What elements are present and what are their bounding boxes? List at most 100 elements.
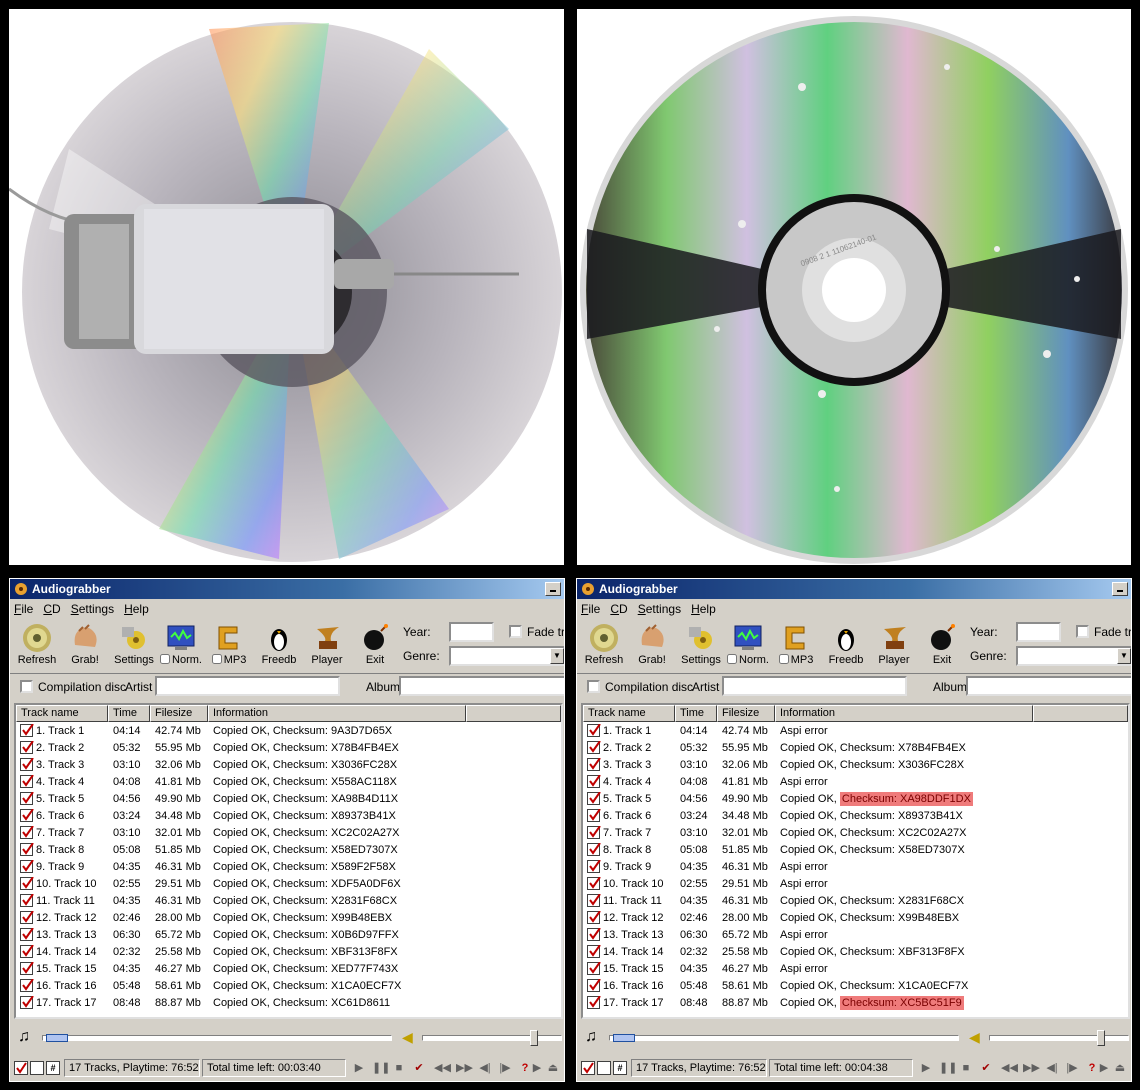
check-all-button[interactable] (581, 1061, 595, 1075)
next-track-icon[interactable]: |▶ (1065, 1060, 1079, 1076)
table-row[interactable]: 17. Track 17 08:48 88.87 Mb Copied OK, Chec… (583, 994, 1128, 1011)
track-checkbox[interactable] (20, 792, 34, 805)
artist-input[interactable] (722, 676, 907, 696)
player-button[interactable]: Player (304, 623, 350, 669)
fade-checkbox[interactable] (1076, 625, 1089, 638)
next-track-icon[interactable]: |▶ (498, 1060, 512, 1076)
album-input[interactable] (399, 676, 564, 696)
table-row[interactable]: 14. Track 14 02:32 25.58 Mb Copied OK, Chec… (16, 943, 561, 960)
col-track-name[interactable]: Track name (16, 705, 108, 722)
compilation-checkbox[interactable] (20, 680, 33, 693)
track-checkbox[interactable] (20, 979, 34, 992)
col-filesize[interactable]: Filesize (717, 705, 775, 722)
table-row[interactable]: 12. Track 12 02:46 28.00 Mb Copied OK, Chec… (16, 909, 561, 926)
compilation-checkbox[interactable] (587, 680, 600, 693)
album-input[interactable] (966, 676, 1131, 696)
table-row[interactable]: 16. Track 16 05:48 58.61 Mb Copied OK, Chec… (16, 977, 561, 994)
uncheck-all-button[interactable] (597, 1061, 611, 1075)
minimize-button[interactable] (545, 582, 561, 596)
chevron-down-icon[interactable]: ▼ (550, 648, 564, 664)
track-checkbox[interactable] (587, 826, 601, 839)
norm-button[interactable]: Norm. (158, 623, 204, 669)
player-button[interactable]: Player (871, 623, 917, 669)
freedb-button[interactable]: Freedb (256, 623, 302, 669)
track-checkbox[interactable] (587, 979, 601, 992)
pause-icon[interactable]: ❚❚ (372, 1060, 390, 1076)
position-thumb[interactable] (613, 1034, 635, 1042)
menu-cd[interactable]: CD (43, 602, 60, 616)
track-checkbox[interactable] (587, 860, 601, 873)
year-input[interactable] (449, 622, 494, 642)
table-row[interactable]: 8. Track 8 05:08 51.85 Mb Copied OK, Checks… (583, 841, 1128, 858)
col-track-name[interactable]: Track name (583, 705, 675, 722)
exit-button[interactable]: Exit (352, 623, 398, 669)
menu-settings[interactable]: Settings (638, 602, 681, 616)
genre-select[interactable] (1016, 646, 1131, 666)
mp3-checkbox[interactable] (211, 654, 222, 664)
stop-icon[interactable]: ■ (392, 1060, 406, 1076)
eject-icon[interactable]: ⏏ (1113, 1060, 1127, 1076)
menu-file[interactable]: File (14, 602, 33, 616)
refresh-button[interactable]: Refresh (14, 623, 60, 669)
track-checkbox[interactable] (587, 758, 601, 771)
col-information[interactable]: Information (208, 705, 466, 722)
chevron-down-icon[interactable]: ▼ (1117, 648, 1131, 664)
table-row[interactable]: 4. Track 4 04:08 41.81 Mb Aspi error (583, 773, 1128, 790)
track-checkbox[interactable] (20, 741, 34, 754)
previous-track-icon[interactable]: ◀| (1045, 1060, 1059, 1076)
track-checkbox[interactable] (20, 945, 34, 958)
track-checkbox[interactable] (587, 724, 601, 737)
volume-slider[interactable] (989, 1035, 1129, 1041)
position-thumb[interactable] (46, 1034, 68, 1042)
table-row[interactable]: 5. Track 5 04:56 49.90 Mb Copied OK, Checks… (16, 790, 561, 807)
table-row[interactable]: 9. Track 9 04:35 46.31 Mb Copied OK, Checks… (16, 858, 561, 875)
table-row[interactable]: 6. Track 6 03:24 34.48 Mb Copied OK, Checks… (583, 807, 1128, 824)
norm-checkbox[interactable] (727, 654, 738, 664)
exit-button[interactable]: Exit (919, 623, 965, 669)
table-row[interactable]: 10. Track 10 02:55 29.51 Mb Aspi error (583, 875, 1128, 892)
norm-button[interactable]: Norm. (725, 623, 771, 669)
stop-icon[interactable]: ■ (959, 1060, 973, 1076)
table-row[interactable]: 3. Track 3 03:10 32.06 Mb Copied OK, Checks… (16, 756, 561, 773)
play-icon[interactable]: ▶ (352, 1060, 366, 1076)
play-selected-icon[interactable]: ▶ (530, 1060, 544, 1076)
refresh-button[interactable]: Refresh (581, 623, 627, 669)
check-mark-icon[interactable]: ✔ (412, 1060, 426, 1076)
table-row[interactable]: 6. Track 6 03:24 34.48 Mb Copied OK, Checks… (16, 807, 561, 824)
table-row[interactable]: 13. Track 13 06:30 65.72 Mb Aspi error (583, 926, 1128, 943)
track-checkbox[interactable] (20, 843, 34, 856)
track-checkbox[interactable] (20, 996, 34, 1009)
table-row[interactable]: 9. Track 9 04:35 46.31 Mb Aspi error (583, 858, 1128, 875)
menu-cd[interactable]: CD (610, 602, 627, 616)
volume-thumb[interactable] (1097, 1030, 1105, 1046)
table-row[interactable]: 1. Track 1 04:14 42.74 Mb Aspi error (583, 722, 1128, 739)
play-selected-icon[interactable]: ▶ (1097, 1060, 1111, 1076)
table-row[interactable]: 13. Track 13 06:30 65.72 Mb Copied OK, Chec… (16, 926, 561, 943)
col-time[interactable]: Time (675, 705, 717, 722)
mp3-button[interactable]: MP3 (773, 623, 819, 669)
settings-button[interactable]: Settings (111, 623, 157, 669)
previous-track-icon[interactable]: ◀| (478, 1060, 492, 1076)
track-checkbox[interactable] (587, 928, 601, 941)
track-checkbox[interactable] (587, 962, 601, 975)
position-slider[interactable] (609, 1035, 959, 1041)
menu-settings[interactable]: Settings (71, 602, 114, 616)
volume-slider[interactable] (422, 1035, 562, 1041)
col-time[interactable]: Time (108, 705, 150, 722)
track-checkbox[interactable] (587, 775, 601, 788)
table-row[interactable]: 8. Track 8 05:08 51.85 Mb Copied OK, Checks… (16, 841, 561, 858)
play-icon[interactable]: ▶ (919, 1060, 933, 1076)
pause-icon[interactable]: ❚❚ (939, 1060, 957, 1076)
menu-help[interactable]: Help (124, 602, 149, 616)
genre-select[interactable] (449, 646, 564, 666)
menu-file[interactable]: File (581, 602, 600, 616)
mp3-checkbox[interactable] (778, 654, 789, 664)
track-checkbox[interactable] (587, 894, 601, 907)
uncheck-all-button[interactable] (30, 1061, 44, 1075)
table-row[interactable]: 15. Track 15 04:35 46.27 Mb Aspi error (583, 960, 1128, 977)
table-row[interactable]: 11. Track 11 04:35 46.31 Mb Copied OK, Chec… (16, 892, 561, 909)
col-filesize[interactable]: Filesize (150, 705, 208, 722)
table-row[interactable]: 2. Track 2 05:32 55.95 Mb Copied OK, Checks… (16, 739, 561, 756)
eject-icon[interactable]: ⏏ (546, 1060, 560, 1076)
fast-forward-icon[interactable]: ▶▶ (456, 1060, 473, 1076)
